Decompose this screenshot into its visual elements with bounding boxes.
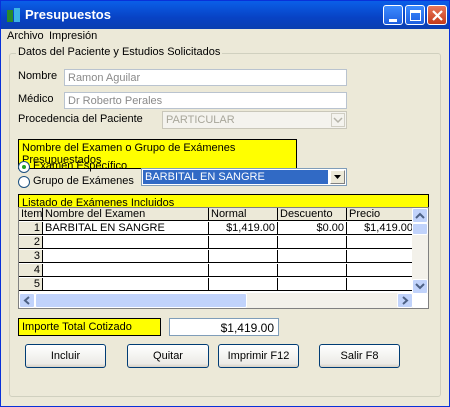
exams-grid[interactable]: Item Nombre del Examen Normal Descuento … xyxy=(18,207,429,309)
menu-bar: Archivo Impresión xyxy=(1,29,449,45)
minimize-button[interactable] xyxy=(383,5,403,25)
print-button[interactable]: Imprimir F12 xyxy=(218,344,299,368)
name-field[interactable]: Ramon Aguilar xyxy=(64,69,347,86)
radio-specific-exam[interactable] xyxy=(18,161,30,173)
chevron-right-icon xyxy=(402,296,409,305)
radio-group-label[interactable]: Grupo de Exámenes xyxy=(33,175,134,187)
vertical-scrollbar[interactable] xyxy=(412,208,428,294)
maximize-button[interactable] xyxy=(405,5,425,25)
window-title: Presupuestos xyxy=(25,7,111,22)
horizontal-scroll-thumb[interactable] xyxy=(35,293,247,308)
table-cell[interactable] xyxy=(278,236,347,249)
chevron-down-icon xyxy=(333,117,343,124)
scroll-up-button[interactable] xyxy=(412,208,428,223)
chevron-up-icon xyxy=(415,212,425,219)
include-button[interactable]: Incluir xyxy=(25,344,106,368)
row-number[interactable]: 5 xyxy=(19,278,43,291)
title-bar[interactable]: Presupuestos xyxy=(1,1,449,29)
col-header-item[interactable]: Item xyxy=(19,208,43,221)
col-header-name[interactable]: Nombre del Examen xyxy=(43,208,209,221)
exit-button[interactable]: Salir F8 xyxy=(319,344,400,368)
exam-dropdown-button[interactable] xyxy=(330,170,345,184)
row-number[interactable]: 3 xyxy=(19,250,43,263)
doctor-field[interactable]: Dr Roberto Perales xyxy=(64,92,347,109)
maximize-icon xyxy=(410,10,421,21)
table-cell[interactable] xyxy=(278,264,347,277)
total-field[interactable]: $1,419.00 xyxy=(169,318,279,336)
vertical-scroll-thumb[interactable] xyxy=(412,223,428,235)
remove-button[interactable]: Quitar xyxy=(127,344,209,368)
col-header-discount[interactable]: Descuento xyxy=(278,208,347,221)
origin-value: PARTICULAR xyxy=(166,114,235,126)
table-cell[interactable] xyxy=(43,278,209,291)
table-cell[interactable] xyxy=(43,236,209,249)
radio-exam-group[interactable] xyxy=(18,176,30,188)
horizontal-scrollbar[interactable] xyxy=(19,293,413,308)
presupuestos-window: Presupuestos Archivo Impresión Datos del… xyxy=(0,0,450,407)
origin-select[interactable]: PARTICULAR xyxy=(162,111,347,129)
scroll-right-button[interactable] xyxy=(397,293,413,308)
scroll-down-button[interactable] xyxy=(412,279,428,294)
row-number[interactable]: 4 xyxy=(19,264,43,277)
menu-impresion[interactable]: Impresión xyxy=(49,30,97,42)
minimize-icon xyxy=(389,19,397,22)
name-label: Nombre xyxy=(18,70,58,82)
chevron-down-icon xyxy=(415,283,425,290)
app-icon xyxy=(7,8,20,22)
col-header-price[interactable]: Precio xyxy=(347,208,416,221)
table-cell[interactable] xyxy=(347,278,416,291)
table-cell[interactable] xyxy=(347,250,416,263)
table-cell[interactable]: $1,419.00 xyxy=(347,222,416,235)
close-icon xyxy=(432,10,443,21)
table-cell[interactable] xyxy=(209,264,278,277)
col-header-normal[interactable]: Normal xyxy=(209,208,278,221)
origin-label: Procedencia del Paciente xyxy=(18,113,143,125)
row-number[interactable]: 1 xyxy=(19,222,43,235)
table-cell[interactable] xyxy=(347,264,416,277)
table-cell[interactable] xyxy=(43,264,209,277)
table-cell[interactable] xyxy=(43,250,209,263)
exam-select[interactable]: BARBITAL EN SANGRE xyxy=(141,168,347,186)
table-cell[interactable] xyxy=(278,250,347,263)
table-cell[interactable]: $1,419.00 xyxy=(209,222,278,235)
table-cell[interactable] xyxy=(278,278,347,291)
radio-specific-label[interactable]: Examen Específico xyxy=(33,160,127,172)
group-title: Datos del Paciente y Estudios Solicitado… xyxy=(16,46,223,58)
table-cell[interactable]: $0.00 xyxy=(278,222,347,235)
table-cell[interactable] xyxy=(209,236,278,249)
total-label: Importe Total Cotizado xyxy=(18,318,161,336)
scroll-left-button[interactable] xyxy=(19,293,35,308)
doctor-label: Médico xyxy=(18,93,54,105)
close-button[interactable] xyxy=(427,5,447,25)
menu-archivo[interactable]: Archivo xyxy=(7,30,44,42)
row-number[interactable]: 2 xyxy=(19,236,43,249)
table-cell[interactable]: BARBITAL EN SANGRE xyxy=(43,222,209,235)
table-cell[interactable] xyxy=(347,236,416,249)
exam-select-value: BARBITAL EN SANGRE xyxy=(143,170,328,184)
chevron-down-icon xyxy=(334,175,341,179)
origin-dropdown-button[interactable] xyxy=(331,113,345,127)
table-cell[interactable] xyxy=(209,278,278,291)
table-cell[interactable] xyxy=(209,250,278,263)
chevron-left-icon xyxy=(23,296,30,305)
